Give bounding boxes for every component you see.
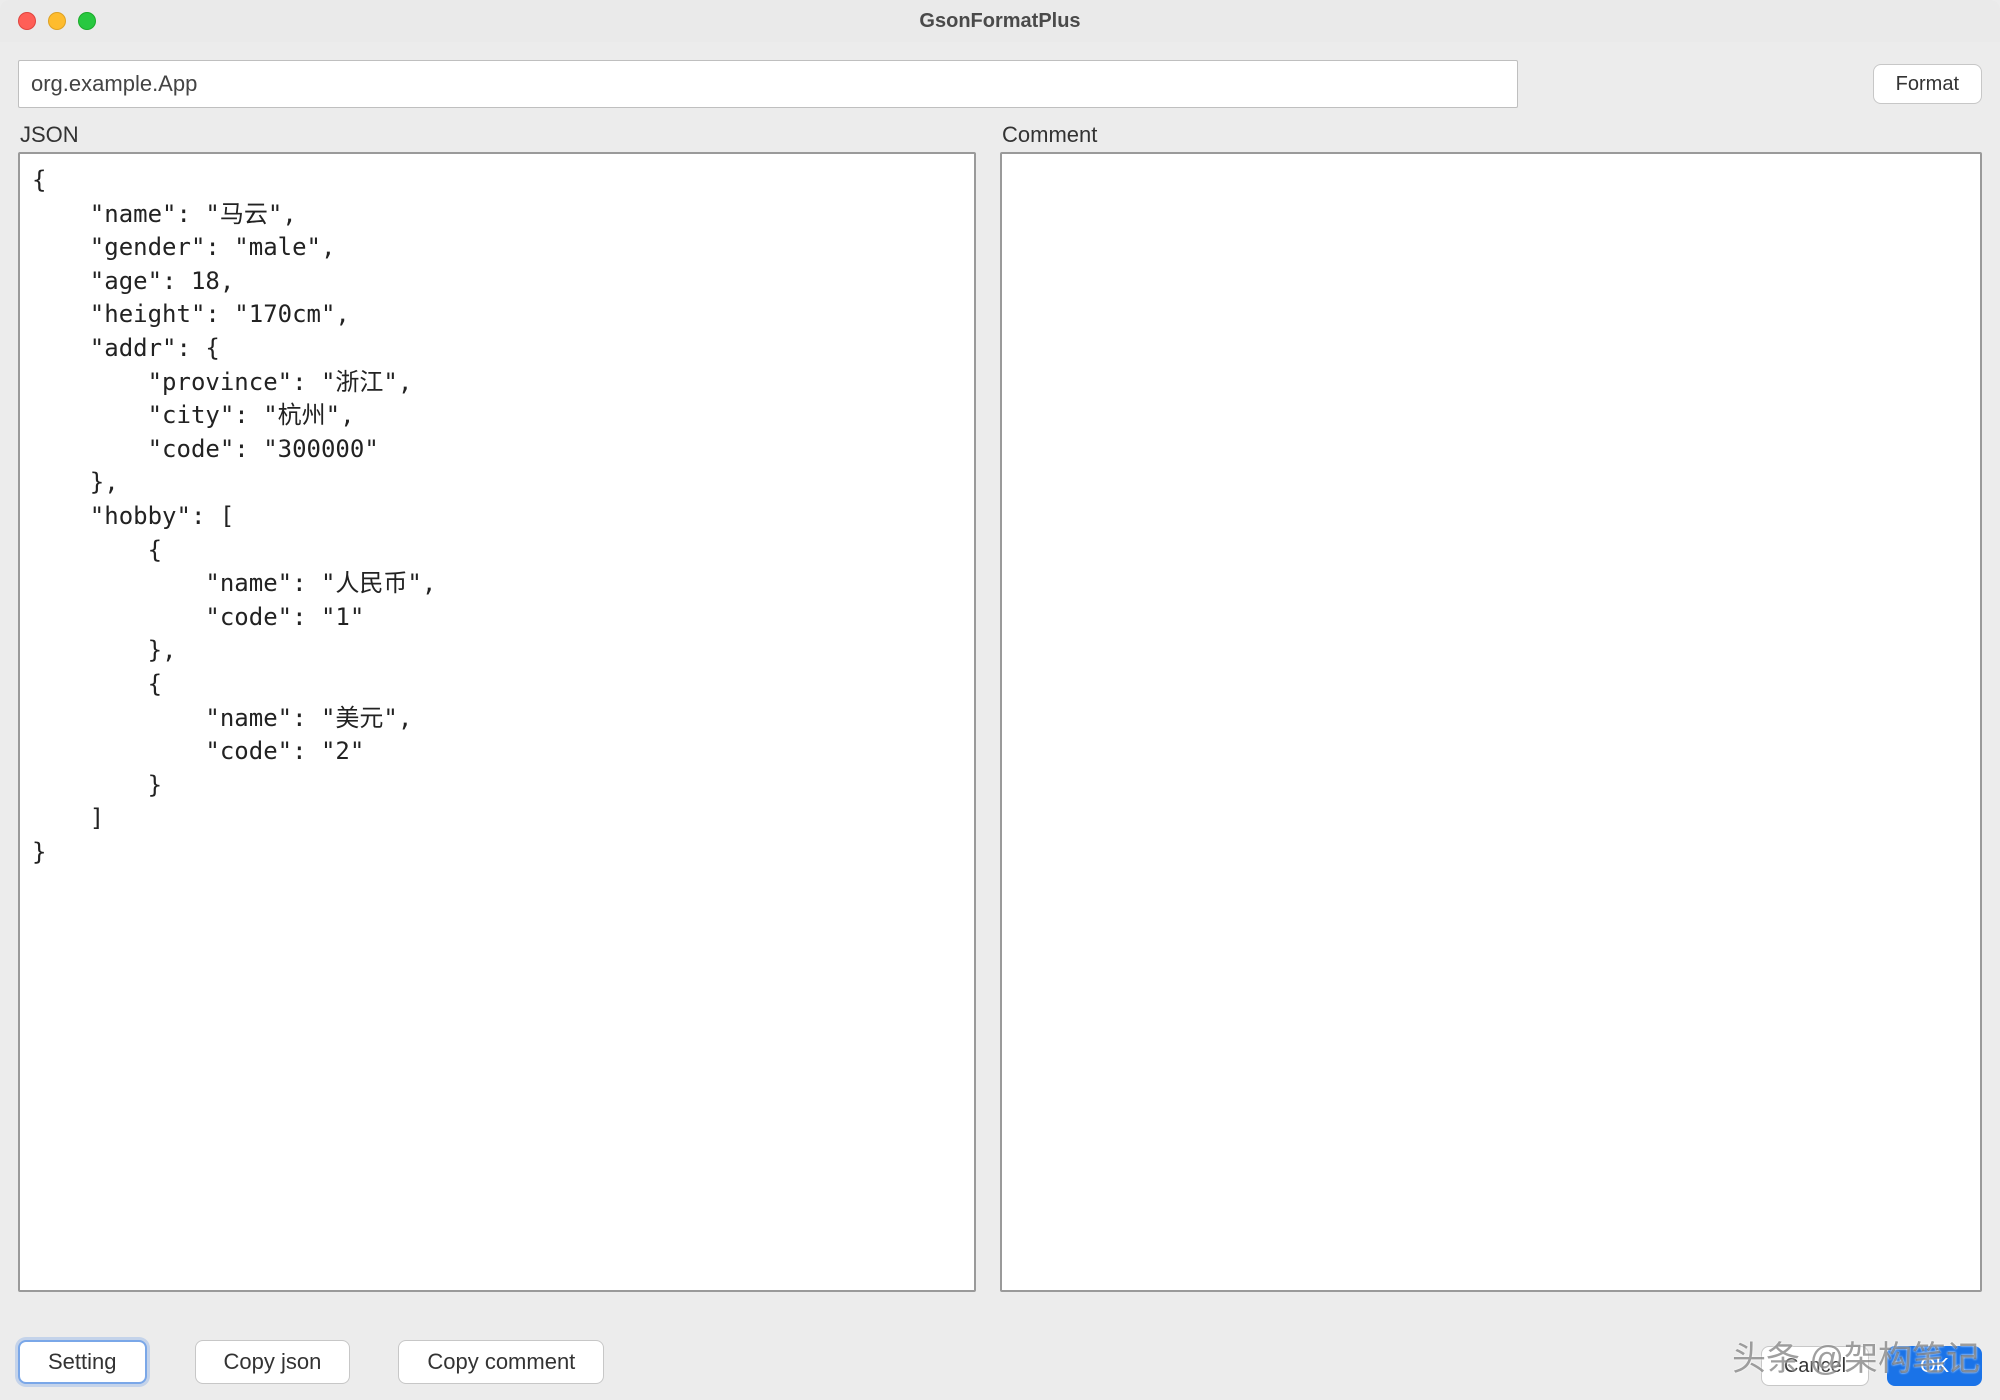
- json-editor[interactable]: { "name": "马云", "gender": "male", "age":…: [18, 152, 976, 1292]
- copy-comment-button[interactable]: Copy comment: [398, 1340, 604, 1384]
- dialog-window: GsonFormatPlus Format JSON Comment { "na…: [0, 0, 2000, 1400]
- window-title: GsonFormatPlus: [0, 10, 2000, 33]
- top-row: Format: [0, 42, 2000, 116]
- close-icon[interactable]: [18, 12, 36, 30]
- maximize-icon[interactable]: [78, 12, 96, 30]
- comment-editor[interactable]: [1000, 152, 1982, 1292]
- labels-row: JSON Comment: [0, 116, 2000, 152]
- comment-label: Comment: [1000, 116, 1982, 152]
- copy-json-button[interactable]: Copy json: [195, 1340, 351, 1384]
- ok-button[interactable]: OK: [1887, 1346, 1982, 1386]
- window-controls: [0, 12, 96, 30]
- cancel-button[interactable]: Cancel: [1761, 1346, 1869, 1386]
- json-label: JSON: [18, 116, 976, 152]
- titlebar: GsonFormatPlus: [0, 0, 2000, 42]
- bottom-row: Setting Copy json Copy comment Cancel OK: [0, 1326, 2000, 1400]
- editors-row: { "name": "马云", "gender": "male", "age":…: [0, 152, 2000, 1326]
- format-button[interactable]: Format: [1873, 64, 1982, 104]
- minimize-icon[interactable]: [48, 12, 66, 30]
- class-name-input[interactable]: [18, 60, 1518, 108]
- dialog-actions: Cancel OK: [1761, 1346, 1982, 1386]
- setting-button[interactable]: Setting: [18, 1340, 147, 1384]
